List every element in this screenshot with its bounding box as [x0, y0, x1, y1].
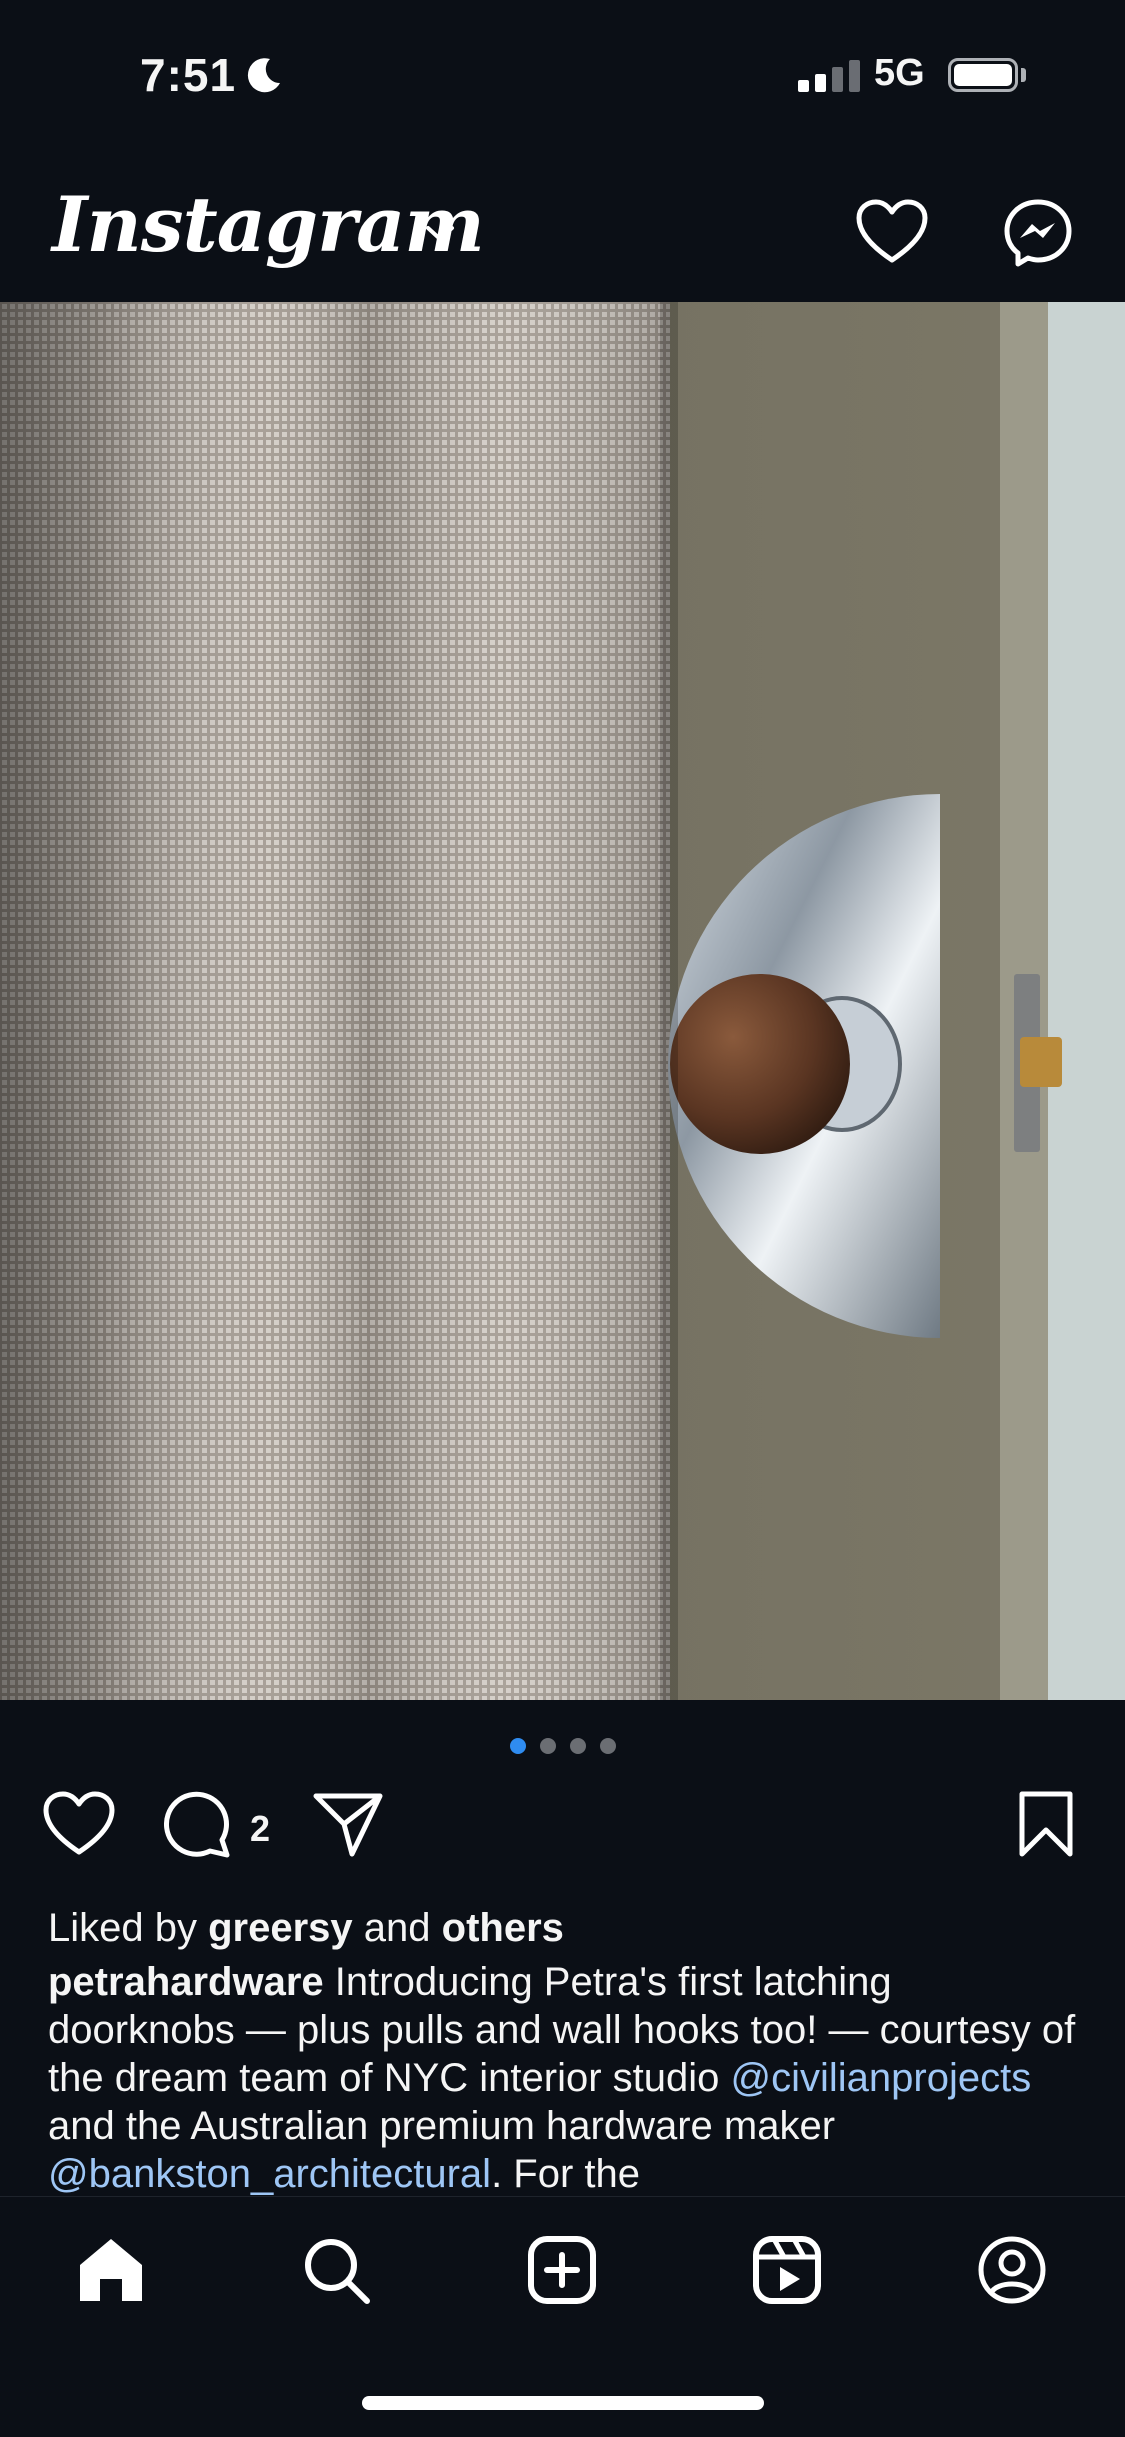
liked-by-others[interactable]: others [442, 1906, 564, 1950]
time-text: 7:51 [140, 49, 237, 101]
post-caption[interactable]: petrahardware Introducing Petra's first … [48, 1958, 1078, 2198]
status-bar: 7:51 5G [0, 0, 1125, 150]
app-header: Instagram [0, 160, 1125, 300]
search-icon[interactable] [301, 2235, 371, 2310]
battery-tip [1021, 68, 1026, 82]
signal-icon [798, 60, 860, 92]
messenger-icon[interactable] [1003, 198, 1073, 273]
caption-mention[interactable]: @civilianprojects [731, 2056, 1032, 2100]
home-indicator[interactable] [362, 2396, 764, 2410]
caption-text: and the Australian premium hardware make… [48, 2104, 836, 2148]
home-icon[interactable] [76, 2235, 146, 2310]
create-icon[interactable] [527, 2235, 597, 2310]
liked-by-user[interactable]: greersy [208, 1906, 353, 1950]
share-icon[interactable] [312, 1790, 384, 1863]
battery-icon [948, 58, 1018, 92]
moon-icon [244, 55, 284, 95]
clock: 7:51 [140, 48, 284, 102]
liked-by-prefix: Liked by [48, 1906, 197, 1950]
caption-username[interactable]: petrahardware [48, 1960, 324, 2004]
profile-icon[interactable] [977, 2235, 1047, 2310]
carousel-dots [0, 1738, 1125, 1754]
comment-count[interactable]: 2 [250, 1808, 270, 1850]
caption-mention[interactable]: @bankston_architectural [48, 2152, 491, 2196]
comment-icon[interactable] [164, 1790, 234, 1865]
carousel-dot [569, 1738, 586, 1754]
post-image[interactable] [0, 302, 1125, 1700]
bookmark-icon[interactable] [1016, 1790, 1076, 1863]
carousel-dot [539, 1738, 556, 1754]
carousel-dot [599, 1738, 616, 1754]
like-icon[interactable] [42, 1790, 116, 1863]
heart-icon[interactable] [855, 198, 929, 271]
caption-text: . For the [491, 2152, 641, 2196]
instagram-logo[interactable]: Instagram [52, 180, 485, 269]
chevron-down-icon[interactable] [422, 222, 458, 251]
post-actions: 2 [0, 1790, 1125, 1870]
reels-icon[interactable] [752, 2235, 822, 2310]
liked-by: Liked by greersy and others [48, 1906, 564, 1951]
carousel-dot-active [509, 1738, 526, 1754]
network-label: 5G [874, 52, 925, 94]
liked-by-middle: and [363, 1906, 431, 1950]
